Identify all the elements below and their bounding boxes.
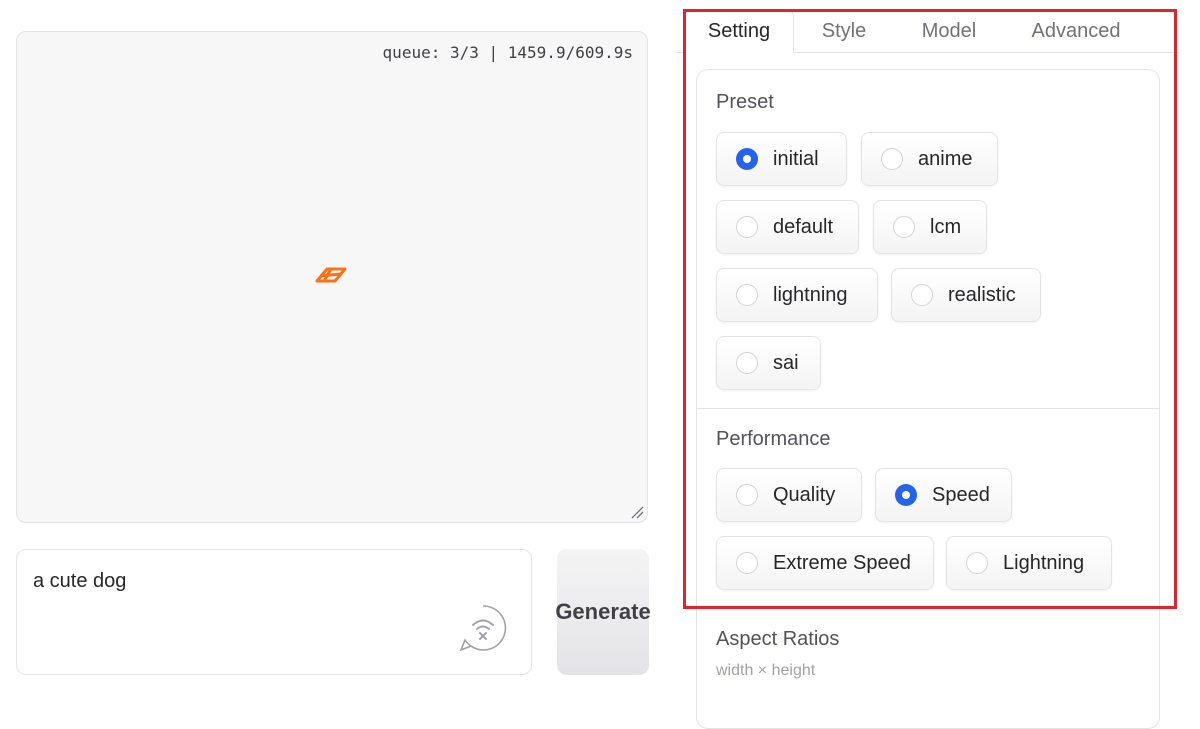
aspect-ratios-label: Aspect Ratios <box>716 628 840 650</box>
performance-option-quality[interactable]: Quality <box>716 468 862 522</box>
preset-option-sai[interactable]: sai <box>716 336 821 390</box>
radio-label: Lightning <box>1003 551 1085 574</box>
preset-option-realistic[interactable]: realistic <box>891 268 1041 322</box>
preset-option-lightning[interactable]: lightning <box>716 268 878 322</box>
resize-handle-icon[interactable] <box>630 505 644 519</box>
radio-unchecked-icon <box>881 148 903 170</box>
tab-setting[interactable]: Setting <box>684 10 794 53</box>
radio-label: Speed <box>932 483 990 506</box>
radio-label: Extreme Speed <box>773 551 911 574</box>
performance-option-speed[interactable]: Speed <box>875 468 1012 522</box>
radio-label: initial <box>773 147 819 170</box>
preset-option-default[interactable]: default <box>716 200 859 254</box>
performance-option-lightning[interactable]: Lightning <box>946 536 1112 590</box>
preset-option-anime[interactable]: anime <box>861 132 998 186</box>
performance-label: Performance <box>716 428 831 450</box>
settings-card: Preset initial anime default lcm lightni… <box>696 69 1160 729</box>
radio-unchecked-icon <box>736 552 758 574</box>
tab-model[interactable]: Model <box>896 10 1002 53</box>
settings-panel: Setting Style Model Advanced Preset init… <box>676 0 1200 729</box>
radio-unchecked-icon <box>911 284 933 306</box>
radio-label: anime <box>918 147 973 170</box>
prompt-input[interactable]: a cute dog <box>16 549 532 675</box>
radio-label: sai <box>773 351 799 374</box>
section-divider <box>697 408 1159 409</box>
radio-label: realistic <box>948 283 1016 306</box>
wifi-clear-icon[interactable] <box>459 604 507 652</box>
radio-label: lcm <box>930 215 962 238</box>
output-image-panel: queue: 3/3 | 1459.9/609.9s <box>16 31 648 523</box>
aspect-ratios-sublabel: width × height <box>716 662 816 679</box>
queue-status: queue: 3/3 | 1459.9/609.9s <box>382 43 633 62</box>
preset-option-initial[interactable]: initial <box>716 132 847 186</box>
generate-button[interactable]: Generate <box>555 549 651 675</box>
tab-advanced[interactable]: Advanced <box>1006 10 1146 53</box>
radio-label: Quality <box>773 483 836 506</box>
radio-unchecked-icon <box>893 216 915 238</box>
preset-label: Preset <box>716 91 774 113</box>
performance-option-extreme-speed[interactable]: Extreme Speed <box>716 536 934 590</box>
radio-unchecked-icon <box>736 216 758 238</box>
fooocus-logo-icon <box>315 267 347 283</box>
radio-label: default <box>773 215 834 238</box>
radio-unchecked-icon <box>736 352 758 374</box>
radio-unchecked-icon <box>736 484 758 506</box>
tab-bar: Setting Style Model Advanced <box>676 10 1180 53</box>
radio-checked-icon <box>895 484 917 506</box>
radio-unchecked-icon <box>736 284 758 306</box>
radio-label: lightning <box>773 283 848 306</box>
tab-style[interactable]: Style <box>794 10 894 53</box>
preset-option-lcm[interactable]: lcm <box>873 200 987 254</box>
prompt-text[interactable]: a cute dog <box>33 570 126 593</box>
radio-unchecked-icon <box>966 552 988 574</box>
radio-checked-icon <box>736 148 758 170</box>
